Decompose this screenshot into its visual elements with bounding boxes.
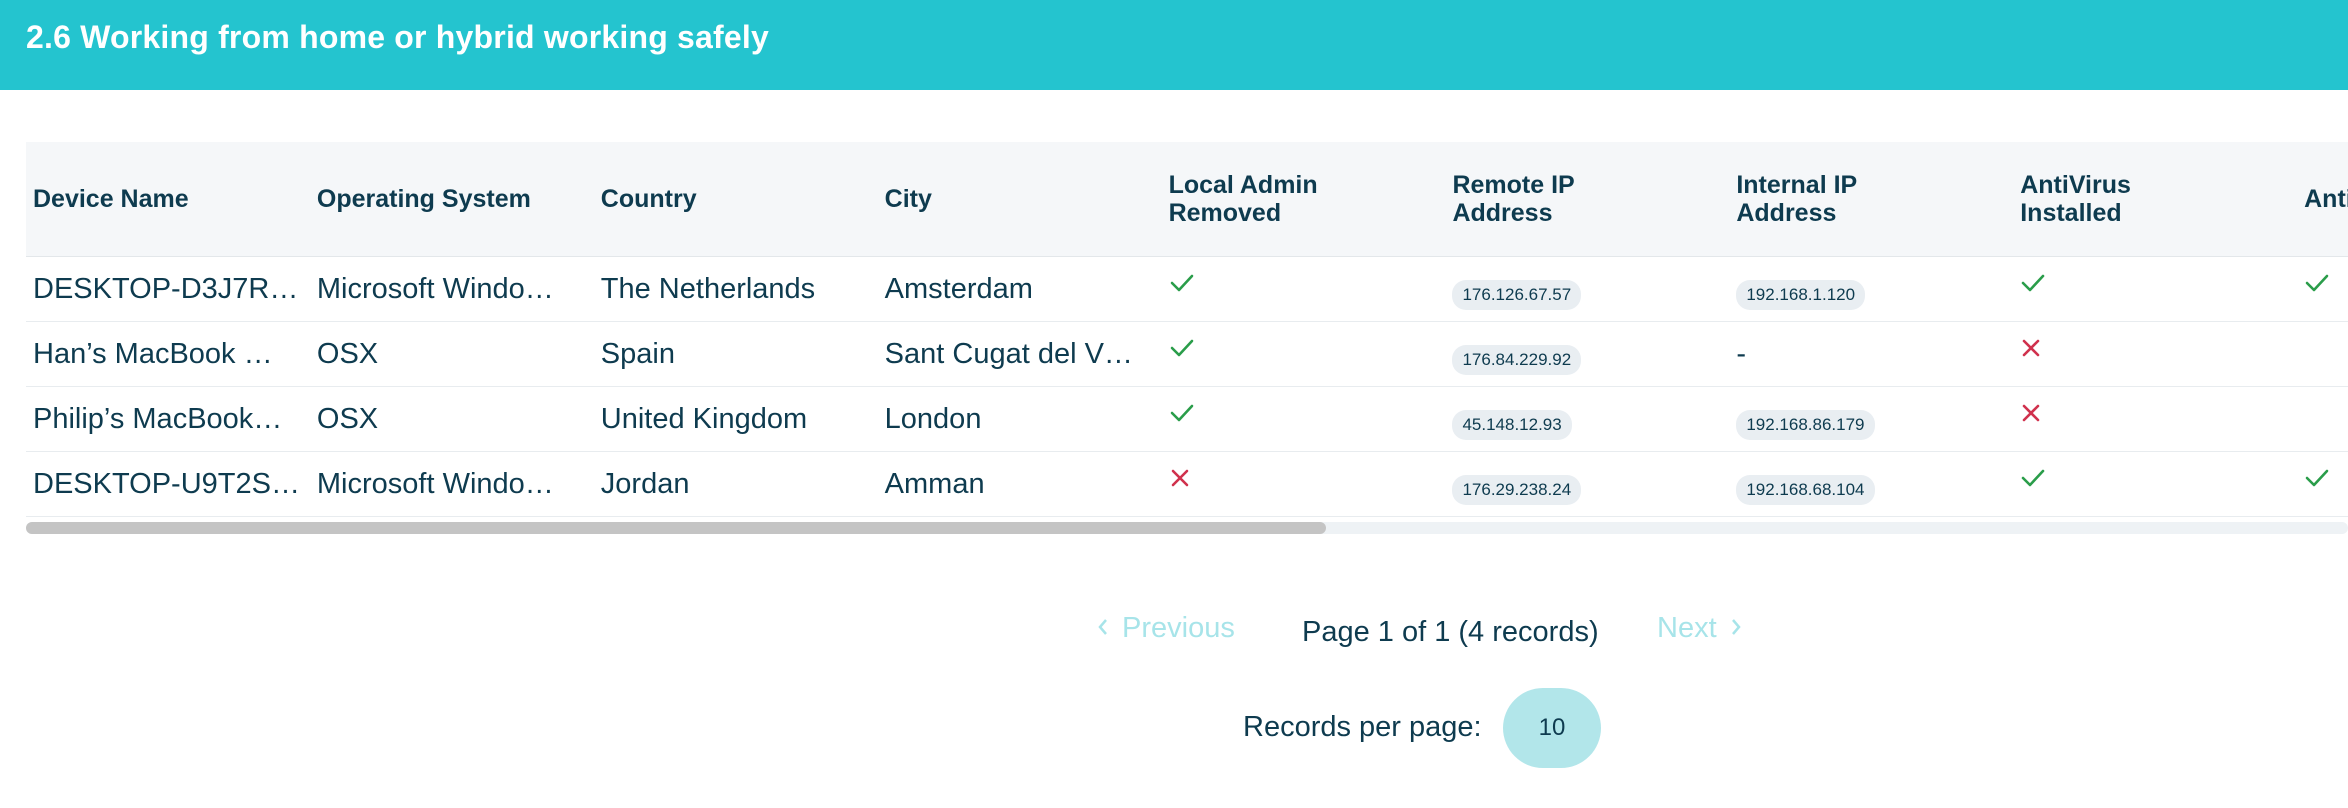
table-row[interactable]: Han’s MacBook … OSX Spain Sant Cugat del V……	[26, 321, 2348, 387]
table-header-row: Device Name Operating System Country Cit…	[26, 142, 2348, 257]
internal-ip-badge: 192.168.68.104	[1736, 474, 1875, 505]
status-cell	[1161, 386, 1446, 452]
country-cell: United Kingdom	[593, 386, 878, 452]
city-cell: Amman	[877, 451, 1162, 517]
device-name-cell: Han’s MacBook …	[26, 321, 310, 387]
table-row[interactable]: Philip’s MacBook… OSX United Kingdom London…	[26, 386, 2348, 452]
empty-cell	[2297, 386, 2348, 452]
device-name-cell: Philip’s MacBook…	[26, 386, 310, 452]
cross-icon	[2020, 334, 2042, 367]
remote-ip-badge: 176.126.67.57	[1452, 279, 1582, 310]
operating-system-cell: OSX	[309, 321, 594, 387]
column-header[interactable]: AntiVirus Installed	[2013, 142, 2298, 257]
internal-ip-empty: -	[1736, 337, 1747, 370]
cross-icon	[1169, 464, 1191, 497]
internal-ip-badge: 192.168.86.179	[1736, 409, 1875, 440]
previous-page-button[interactable]: Previous	[1096, 612, 1235, 645]
horizontal-scrollbar[interactable]	[26, 522, 2348, 534]
device-name-cell: DESKTOP-D3J7R…	[26, 256, 310, 322]
column-header[interactable]: City	[877, 142, 1162, 257]
internal-ip-badge: 192.168.1.120	[1736, 279, 1866, 310]
remote-ip-badge: 176.29.238.24	[1452, 474, 1582, 505]
remote-ip-cell: 45.148.12.93	[1445, 386, 1730, 452]
status-cell	[1161, 321, 1446, 387]
internal-ip-cell: -	[1729, 321, 2014, 387]
city-cell: Sant Cugat del V…	[877, 321, 1162, 387]
check-icon	[2304, 269, 2330, 302]
status-cell	[1161, 451, 1446, 517]
remote-ip-badge: 176.84.229.92	[1452, 344, 1582, 375]
next-page-button[interactable]: Next	[1657, 612, 1743, 645]
column-header[interactable]: Local Admin Removed	[1161, 142, 1446, 257]
operating-system-cell: Microsoft Windo…	[309, 451, 594, 517]
internal-ip-cell: 192.168.1.120	[1729, 256, 2014, 322]
status-cell	[1161, 256, 1446, 322]
column-header[interactable]: Internal IP Address	[1729, 142, 2014, 257]
chevron-right-icon	[1729, 612, 1743, 645]
scrollbar-thumb[interactable]	[26, 522, 1326, 534]
column-header[interactable]: Operating System	[309, 142, 594, 257]
internal-ip-cell: 192.168.68.104	[1729, 451, 2014, 517]
previous-label: Previous	[1122, 612, 1235, 644]
remote-ip-cell: 176.84.229.92	[1445, 321, 1730, 387]
status-cell	[2013, 451, 2298, 517]
check-icon	[1169, 334, 1195, 367]
status-cell	[2013, 386, 2298, 452]
devices-table-container[interactable]: Device Name Operating System Country Cit…	[26, 142, 2348, 534]
section-header: 2.6 Working from home or hybrid working …	[0, 0, 2348, 90]
status-cell	[2297, 256, 2348, 322]
device-name-cell: DESKTOP-U9T2S…	[26, 451, 310, 517]
column-header[interactable]: Remote IP Address	[1445, 142, 1730, 257]
remote-ip-cell: 176.29.238.24	[1445, 451, 1730, 517]
records-per-page-value: 10	[1538, 714, 1566, 741]
check-icon	[2020, 464, 2046, 497]
next-label: Next	[1657, 612, 1717, 644]
operating-system-cell: Microsoft Windo…	[309, 256, 594, 322]
check-icon	[1169, 399, 1195, 432]
city-cell: London	[877, 386, 1162, 452]
cross-icon	[2020, 399, 2042, 432]
remote-ip-badge: 45.148.12.93	[1452, 409, 1572, 440]
column-header[interactable]: Country	[593, 142, 878, 257]
status-cell	[2013, 321, 2298, 387]
empty-cell	[2297, 321, 2348, 387]
section-title: 2.6 Working from home or hybrid working …	[26, 19, 769, 55]
remote-ip-cell: 176.126.67.57	[1445, 256, 1730, 322]
status-cell	[2297, 451, 2348, 517]
city-cell: Amsterdam	[877, 256, 1162, 322]
country-cell: The Netherlands	[593, 256, 878, 322]
column-header[interactable]: AntiVirus Enabled	[2297, 142, 2348, 257]
internal-ip-cell: 192.168.86.179	[1729, 386, 2014, 452]
country-cell: Spain	[593, 321, 878, 387]
records-per-page-select[interactable]: 10	[1503, 688, 1601, 768]
table-row[interactable]: DESKTOP-D3J7R… Microsoft Windo… The Nether…	[26, 256, 2348, 322]
check-icon	[2020, 269, 2046, 302]
records-per-page-label: Records per page:	[1243, 711, 1482, 743]
operating-system-cell: OSX	[309, 386, 594, 452]
page-info: Page 1 of 1 (4 records)	[1302, 616, 1599, 648]
chevron-left-icon	[1096, 612, 1110, 645]
table-row[interactable]: DESKTOP-U9T2S… Microsoft Windo… Jordan Amma…	[26, 451, 2348, 517]
check-icon	[2304, 464, 2330, 497]
devices-table: Device Name Operating System Country Cit…	[26, 142, 2348, 517]
status-cell	[2013, 256, 2298, 322]
column-header[interactable]: Device Name	[26, 142, 310, 257]
check-icon	[1169, 269, 1195, 302]
country-cell: Jordan	[593, 451, 878, 517]
